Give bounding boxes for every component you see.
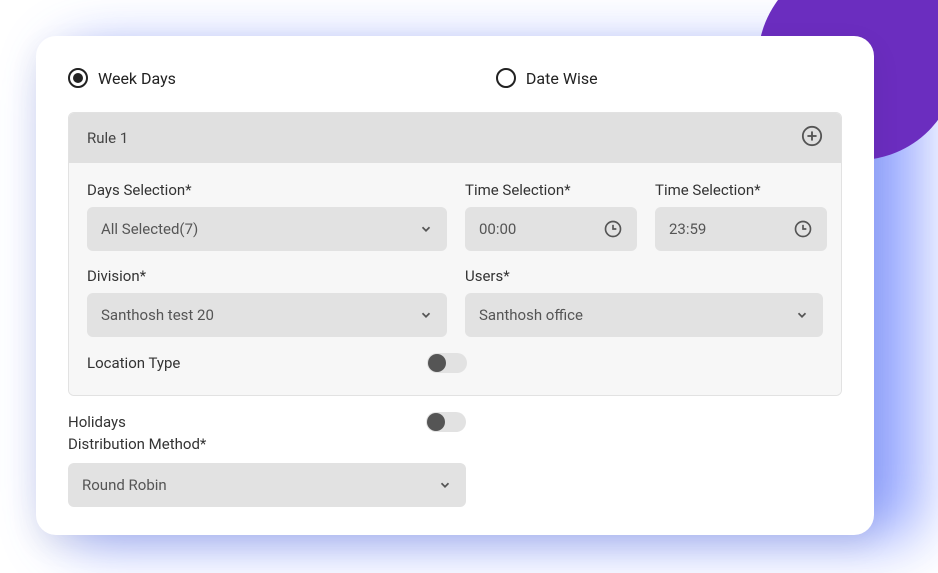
field-label: Days Selection*: [87, 181, 447, 199]
radio-label: Week Days: [98, 69, 176, 88]
settings-card: Week Days Date Wise Rule 1 Days Selectio…: [36, 36, 874, 535]
rule-header: Rule 1: [69, 113, 841, 163]
field-label: Distribution Method*: [68, 435, 206, 453]
chevron-down-icon: [795, 308, 809, 322]
time-value: 23:59: [669, 220, 706, 238]
toggle-knob: [428, 354, 446, 372]
toggle-label: Holidays: [68, 413, 126, 431]
add-rule-button[interactable]: [801, 125, 823, 151]
field-label: Division*: [87, 267, 447, 285]
radio-unchecked-icon: [496, 68, 516, 88]
radio-date-wise[interactable]: Date Wise: [496, 68, 598, 88]
mode-radios: Week Days Date Wise: [68, 68, 842, 88]
select-value: Santhosh office: [479, 306, 583, 324]
radio-label: Date Wise: [526, 69, 598, 88]
select-value: Santhosh test 20: [101, 306, 214, 324]
card-footer: Holidays Distribution Method* Round Robi…: [68, 408, 842, 507]
clock-icon: [603, 219, 623, 239]
users-dropdown[interactable]: Santhosh office: [465, 293, 823, 337]
users-field: Users* Santhosh office: [465, 267, 823, 337]
toggle-label: Location Type: [87, 354, 180, 372]
time-start-input[interactable]: 00:00: [465, 207, 637, 251]
chevron-down-icon: [419, 308, 433, 322]
rule-body: Days Selection* All Selected(7) Time Sel…: [69, 163, 841, 395]
distribution-field: Distribution Method* Round Robin: [68, 434, 842, 507]
rule-card: Rule 1 Days Selection* All Selected(7): [68, 112, 842, 396]
field-label: Time Selection*: [655, 181, 827, 199]
time-end-field: Time Selection* 23:59: [655, 181, 827, 251]
days-selection-field: Days Selection* All Selected(7): [87, 181, 447, 251]
holidays-row: Holidays: [68, 408, 466, 432]
radio-week-days[interactable]: Week Days: [68, 68, 176, 88]
time-end-input[interactable]: 23:59: [655, 207, 827, 251]
holidays-toggle[interactable]: [426, 412, 466, 432]
days-selection-dropdown[interactable]: All Selected(7): [87, 207, 447, 251]
time-value: 00:00: [479, 220, 516, 238]
rule-title: Rule 1: [87, 129, 128, 147]
select-value: All Selected(7): [101, 220, 198, 238]
chevron-down-icon: [419, 222, 433, 236]
time-start-field: Time Selection* 00:00: [465, 181, 637, 251]
location-type-toggle[interactable]: [427, 353, 467, 373]
field-label: Users*: [465, 267, 823, 285]
location-type-row: Location Type: [87, 353, 467, 373]
division-field: Division* Santhosh test 20: [87, 267, 447, 337]
radio-checked-icon: [68, 68, 88, 88]
clock-icon: [793, 219, 813, 239]
division-dropdown[interactable]: Santhosh test 20: [87, 293, 447, 337]
plus-circle-icon: [801, 125, 823, 147]
toggle-knob: [427, 413, 445, 431]
select-value: Round Robin: [82, 476, 167, 494]
field-label: Time Selection*: [465, 181, 637, 199]
distribution-dropdown[interactable]: Round Robin: [68, 463, 466, 507]
chevron-down-icon: [438, 478, 452, 492]
